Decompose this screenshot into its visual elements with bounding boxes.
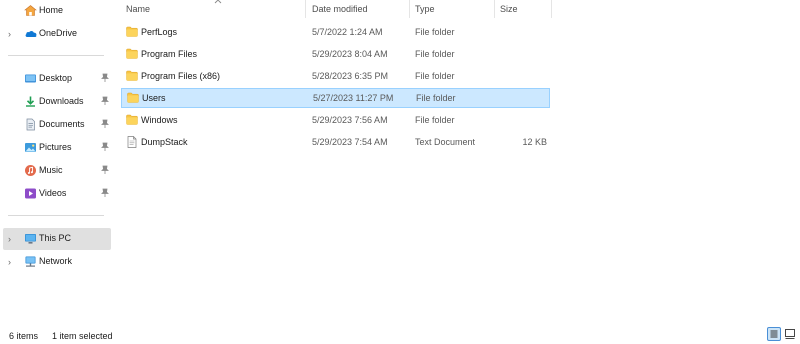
pin-icon[interactable] — [101, 142, 109, 152]
sidebar-item-documents[interactable]: Documents — [0, 114, 111, 136]
sidebar-item-label: Music — [39, 165, 63, 175]
sidebar-item-label: This PC — [39, 233, 72, 243]
sidebar-item-label: Network — [39, 256, 73, 266]
pin-icon[interactable] — [101, 188, 109, 198]
file-type: File folder — [416, 93, 456, 103]
folder-icon — [126, 26, 138, 37]
folder-icon — [126, 70, 138, 81]
sidebar-divider — [8, 55, 104, 56]
sidebar-item-onedrive[interactable]: › OneDrive — [0, 23, 111, 45]
folder-icon — [126, 114, 138, 125]
computer-icon — [24, 232, 37, 245]
pin-icon[interactable] — [101, 96, 109, 106]
tiles-view-icon — [785, 329, 795, 339]
file-type: File folder — [415, 49, 455, 59]
pictures-icon — [24, 141, 37, 154]
selection-count: 1 item selected — [52, 331, 113, 341]
file-name: PerfLogs — [141, 27, 178, 37]
column-divider[interactable] — [551, 0, 552, 18]
details-view-button[interactable] — [767, 327, 781, 341]
file-row[interactable]: Windows 5/29/2023 7:56 AM File folder — [120, 110, 550, 130]
sidebar-item-music[interactable]: Music — [0, 160, 111, 182]
sidebar-item-label: Home — [39, 5, 64, 15]
chevron-right-icon[interactable]: › — [8, 29, 16, 39]
pin-icon[interactable] — [101, 119, 109, 129]
column-divider[interactable] — [305, 0, 306, 18]
sidebar-item-pictures[interactable]: Pictures — [0, 137, 111, 159]
sidebar-item-home[interactable]: Home — [0, 0, 111, 22]
file-type: File folder — [415, 115, 455, 125]
sidebar-item-videos[interactable]: Videos — [0, 183, 111, 205]
file-row[interactable]: PerfLogs 5/7/2022 1:24 AM File folder — [120, 22, 550, 42]
file-date: 5/29/2023 7:54 AM — [312, 137, 388, 147]
network-icon — [24, 255, 37, 268]
sidebar-item-desktop[interactable]: Desktop — [0, 68, 111, 90]
sidebar-item-label: OneDrive — [39, 28, 78, 38]
column-date-modified[interactable]: Date modified — [312, 4, 368, 14]
cloud-icon — [24, 27, 37, 40]
sidebar-item-label: Pictures — [39, 142, 72, 152]
column-header: Name Date modified Type Size — [112, 0, 800, 20]
file-date: 5/27/2023 11:27 PM — [313, 93, 394, 103]
file-type: Text Document — [415, 137, 476, 147]
folder-icon — [126, 48, 138, 59]
pin-icon[interactable] — [101, 73, 109, 83]
folder-icon — [127, 92, 139, 103]
file-type: File folder — [415, 27, 455, 37]
sort-ascending-icon — [214, 0, 222, 4]
file-row[interactable]: Program Files 5/29/2023 8:04 AM File fol… — [120, 44, 550, 64]
documents-icon — [24, 118, 37, 131]
file-date: 5/7/2022 1:24 AM — [312, 27, 383, 37]
sidebar-item-label: Documents — [39, 119, 85, 129]
file-name: Users — [142, 93, 166, 103]
file-row-selected[interactable]: Users 5/27/2023 11:27 PM File folder — [121, 88, 550, 108]
large-icons-view-button[interactable] — [783, 327, 797, 341]
text-file-icon — [126, 136, 138, 148]
sidebar-item-downloads[interactable]: Downloads — [0, 91, 111, 113]
column-type[interactable]: Type — [415, 4, 435, 14]
navigation-pane: Home › OneDrive Desktop Downloads Docume… — [0, 0, 112, 322]
chevron-right-icon[interactable]: › — [8, 257, 16, 267]
sidebar-item-label: Desktop — [39, 73, 73, 83]
file-date: 5/29/2023 8:04 AM — [312, 49, 388, 59]
home-icon — [24, 4, 37, 17]
file-size: 12 KB — [522, 137, 547, 147]
sidebar-item-label: Downloads — [39, 96, 84, 106]
file-type: File folder — [415, 71, 455, 81]
item-count: 6 items — [9, 331, 39, 341]
details-view-icon — [770, 330, 778, 338]
file-date: 5/28/2023 6:35 PM — [312, 71, 389, 81]
file-name: Windows — [141, 115, 178, 125]
videos-icon — [24, 187, 37, 200]
file-row[interactable]: DumpStack 5/29/2023 7:54 AM Text Documen… — [120, 132, 550, 152]
sidebar-item-network[interactable]: › Network — [0, 251, 111, 273]
chevron-right-icon[interactable]: › — [8, 234, 16, 244]
file-name: Program Files (x86) — [141, 71, 221, 81]
music-icon — [24, 164, 37, 177]
download-icon — [24, 95, 37, 108]
file-name: Program Files — [141, 49, 198, 59]
desktop-icon — [24, 72, 37, 85]
column-divider[interactable] — [494, 0, 495, 18]
sidebar-divider — [8, 215, 104, 216]
file-explorer-window: Home › OneDrive Desktop Downloads Docume… — [0, 0, 800, 344]
file-name: DumpStack — [141, 137, 188, 147]
sidebar-item-label: Videos — [39, 188, 67, 198]
column-divider[interactable] — [409, 0, 410, 18]
sidebar-item-this-pc[interactable]: › This PC — [3, 228, 111, 250]
column-size[interactable]: Size — [500, 4, 518, 14]
file-row[interactable]: Program Files (x86) 5/28/2023 6:35 PM Fi… — [120, 66, 550, 86]
file-date: 5/29/2023 7:56 AM — [312, 115, 388, 125]
pin-icon[interactable] — [101, 165, 109, 175]
status-bar: 6 items 1 item selected — [0, 322, 800, 344]
column-name[interactable]: Name — [126, 4, 150, 14]
